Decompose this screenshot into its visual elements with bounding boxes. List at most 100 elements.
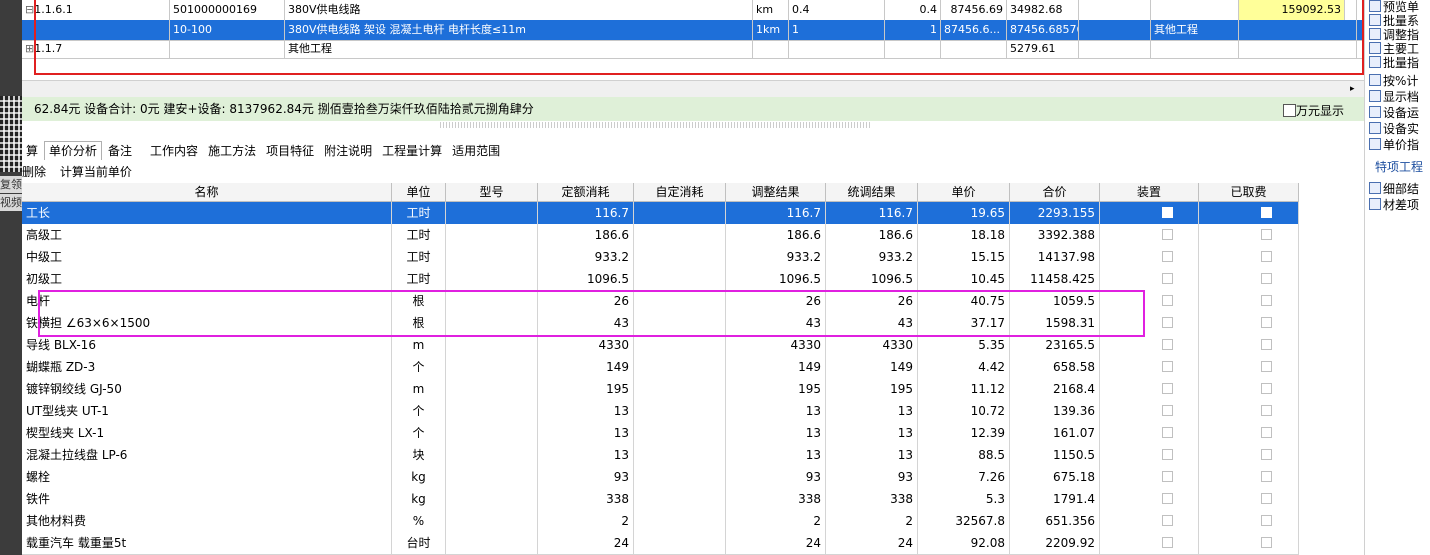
device-checkbox[interactable] bbox=[1162, 229, 1173, 240]
fee-taken-checkbox[interactable] bbox=[1261, 229, 1272, 240]
cell-adjust[interactable]: 186.6 bbox=[726, 224, 826, 246]
expand-icon[interactable]: ⊞ bbox=[25, 42, 34, 55]
cell-model[interactable] bbox=[446, 444, 538, 466]
tab-work-content[interactable]: 工作内容 bbox=[146, 142, 202, 160]
cell-adjust[interactable]: 24 bbox=[726, 532, 826, 554]
tree-code-cell[interactable]: ⊟1.1.6.1 bbox=[22, 0, 170, 20]
cell-quota[interactable]: 116.7 bbox=[538, 202, 634, 224]
cell-custom[interactable] bbox=[634, 488, 726, 510]
cell-price[interactable]: 11.12 bbox=[918, 378, 1010, 400]
table-row[interactable]: 铁横担 ∠63×6×1500 根 43 43 43 37.17 1598.31 bbox=[22, 312, 1299, 335]
table-row[interactable]: 螺栓 kg 93 93 93 7.26 675.18 bbox=[22, 466, 1299, 489]
header-price[interactable]: 单价 bbox=[918, 183, 1010, 201]
cell-price[interactable]: 4.42 bbox=[918, 356, 1010, 378]
cell-price[interactable]: 19.65 bbox=[918, 202, 1010, 224]
header-custom[interactable]: 自定消耗 bbox=[634, 183, 726, 201]
table-row[interactable]: 楔型线夹 LX-1 个 13 13 13 12.39 161.07 bbox=[22, 422, 1299, 445]
table-row[interactable]: UT型线夹 UT-1 个 13 13 13 10.72 139.36 bbox=[22, 400, 1299, 423]
cell-price[interactable]: 10.45 bbox=[918, 268, 1010, 290]
fee-taken-checkbox[interactable] bbox=[1261, 295, 1272, 306]
table-row[interactable]: 电杆根 26 26 26 40.75 1059.5 bbox=[22, 290, 1299, 313]
fee-taken-checkbox[interactable] bbox=[1261, 537, 1272, 548]
cell-unified[interactable]: 93 bbox=[826, 466, 918, 488]
cell-price[interactable]: 40.75 bbox=[918, 290, 1010, 312]
device-checkbox[interactable] bbox=[1162, 251, 1173, 262]
cell-quota[interactable]: 4330 bbox=[538, 334, 634, 356]
tab-calc[interactable]: 算 bbox=[22, 142, 42, 160]
cell-quota[interactable]: 43 bbox=[538, 312, 634, 334]
cell-price[interactable]: 12.39 bbox=[918, 422, 1010, 444]
device-checkbox[interactable] bbox=[1162, 383, 1173, 394]
cell-total[interactable]: 651.356 bbox=[1010, 510, 1100, 532]
cell-adjust[interactable]: 13 bbox=[726, 444, 826, 466]
cell-name[interactable]: 电杆 bbox=[22, 290, 392, 312]
cell-adjust[interactable]: 13 bbox=[726, 400, 826, 422]
cell-unit[interactable]: kg bbox=[392, 466, 446, 488]
cell-unit[interactable]: m bbox=[392, 334, 446, 356]
fee-taken-checkbox[interactable] bbox=[1261, 273, 1272, 284]
cell-total[interactable]: 1059.5 bbox=[1010, 290, 1100, 312]
cell-adjust[interactable]: 4330 bbox=[726, 334, 826, 356]
cell-unit[interactable]: 块 bbox=[392, 444, 446, 466]
cell-total[interactable]: 161.07 bbox=[1010, 422, 1100, 444]
cell-adjust[interactable]: 2 bbox=[726, 510, 826, 532]
cell-model[interactable] bbox=[446, 400, 538, 422]
header-device[interactable]: 装置 bbox=[1100, 183, 1199, 201]
cell-quota[interactable]: 338 bbox=[538, 488, 634, 510]
table-row[interactable]: 高级工 工时 186.6 186.6 186.6 18.18 3392.388 bbox=[22, 224, 1299, 247]
cell-model[interactable] bbox=[446, 202, 538, 224]
cell-adjust[interactable]: 338 bbox=[726, 488, 826, 510]
cell-quota[interactable]: 2 bbox=[538, 510, 634, 532]
fee-taken-checkbox[interactable] bbox=[1261, 251, 1272, 262]
collapse-icon[interactable]: ⊟ bbox=[25, 3, 34, 16]
special-project-link[interactable]: 特项工程 bbox=[1375, 160, 1430, 174]
right-panel-item[interactable]: 显示档 bbox=[1369, 90, 1430, 104]
wan-display-checkbox[interactable] bbox=[1283, 104, 1296, 117]
right-panel-item[interactable]: 单价指 bbox=[1369, 138, 1430, 152]
cell-price[interactable]: 15.15 bbox=[918, 246, 1010, 268]
device-checkbox[interactable] bbox=[1162, 207, 1173, 218]
cell-custom[interactable] bbox=[634, 202, 726, 224]
cell-name[interactable]: 镀锌钢绞线 GJ-50 bbox=[22, 378, 392, 400]
cell-quota[interactable]: 195 bbox=[538, 378, 634, 400]
table-row[interactable]: 载重汽车 载重量5t 台时 24 24 24 92.08 2209.92 bbox=[22, 532, 1299, 555]
fee-taken-checkbox[interactable] bbox=[1261, 405, 1272, 416]
device-checkbox[interactable] bbox=[1162, 427, 1173, 438]
cell-adjust[interactable]: 116.7 bbox=[726, 202, 826, 224]
horizontal-scrollbar[interactable] bbox=[22, 80, 1364, 97]
cell-model[interactable] bbox=[446, 378, 538, 400]
fee-taken-checkbox[interactable] bbox=[1261, 361, 1272, 372]
cell-adjust[interactable]: 933.2 bbox=[726, 246, 826, 268]
cell-price[interactable]: 37.17 bbox=[918, 312, 1010, 334]
table-row[interactable]: 工长 工时 116.7 116.7 116.7 19.65 2293.155 bbox=[22, 202, 1299, 225]
cell-custom[interactable] bbox=[634, 268, 726, 290]
table-row[interactable]: 其他材料费% 2 2 2 32567.8 651.356 bbox=[22, 510, 1299, 533]
table-row[interactable]: 中级工 工时 933.2 933.2 933.2 15.15 14137.98 bbox=[22, 246, 1299, 269]
right-panel-item[interactable]: 预览单 bbox=[1369, 0, 1430, 14]
cell-unified[interactable]: 13 bbox=[826, 422, 918, 444]
cell-total[interactable]: 2293.155 bbox=[1010, 202, 1100, 224]
cell-quota[interactable]: 186.6 bbox=[538, 224, 634, 246]
cell-total[interactable]: 139.36 bbox=[1010, 400, 1100, 422]
cell-price[interactable]: 5.35 bbox=[918, 334, 1010, 356]
device-checkbox[interactable] bbox=[1162, 317, 1173, 328]
cell-custom[interactable] bbox=[634, 510, 726, 532]
table-row[interactable]: 导线 BLX-16 m 4330 4330 4330 5.35 23165.5 bbox=[22, 334, 1299, 357]
cell-custom[interactable] bbox=[634, 334, 726, 356]
cell-unified[interactable]: 26 bbox=[826, 290, 918, 312]
fee-taken-checkbox[interactable] bbox=[1261, 383, 1272, 394]
cell-unified[interactable]: 1096.5 bbox=[826, 268, 918, 290]
cell-custom[interactable] bbox=[634, 246, 726, 268]
tab-notes[interactable]: 附注说明 bbox=[320, 142, 376, 160]
cell-total[interactable]: 2168.4 bbox=[1010, 378, 1100, 400]
cell-custom[interactable] bbox=[634, 466, 726, 488]
tree-code-cell[interactable] bbox=[22, 20, 170, 40]
cell-custom[interactable] bbox=[634, 224, 726, 246]
right-panel-item[interactable]: 细部结 bbox=[1369, 182, 1430, 196]
panel-splitter[interactable] bbox=[440, 122, 870, 128]
table-row[interactable]: 镀锌钢绞线 GJ-50 m 195 195 195 11.12 2168.4 bbox=[22, 378, 1299, 401]
cell-name[interactable]: 初级工 bbox=[22, 268, 392, 290]
cell-unit[interactable]: 个 bbox=[392, 422, 446, 444]
device-checkbox[interactable] bbox=[1162, 405, 1173, 416]
cell-quota[interactable]: 93 bbox=[538, 466, 634, 488]
